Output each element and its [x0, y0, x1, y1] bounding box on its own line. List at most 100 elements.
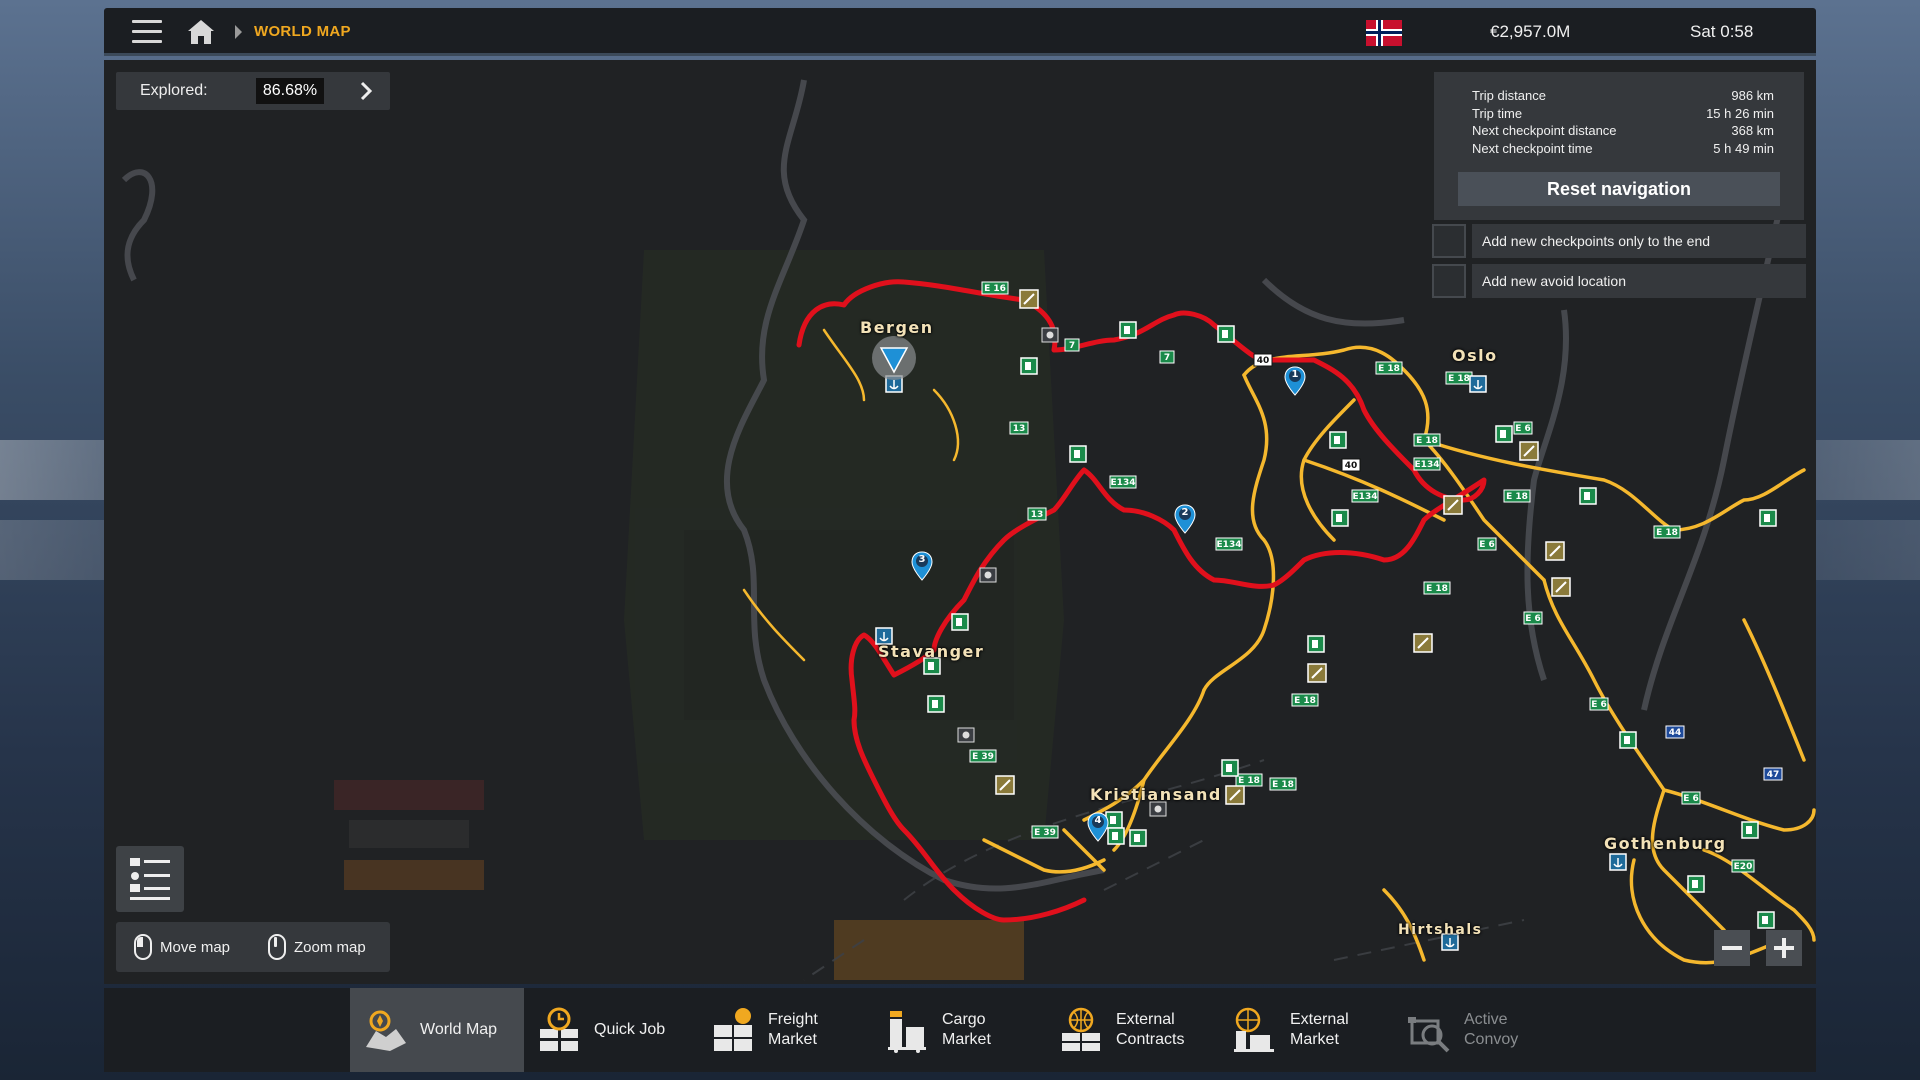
external-contracts-icon	[1062, 1007, 1100, 1051]
road-badge: E 18	[1423, 581, 1451, 595]
road-badge: E 16	[981, 281, 1009, 295]
road-badge: E 39	[969, 749, 997, 763]
road-badge: E 39	[1031, 825, 1059, 839]
checkpoint-marker-2[interactable]: 2	[1174, 504, 1196, 534]
road-badge: 7	[1064, 338, 1080, 352]
zoom-in-button[interactable]	[1766, 930, 1802, 966]
next-checkpoint-distance-row: Next checkpoint distance 368 km	[1472, 123, 1774, 138]
checkpoint-number: 3	[918, 554, 926, 565]
gas-station-icon	[1495, 425, 1513, 443]
option-checkpoints-end[interactable]: Add new checkpoints only to the end	[1432, 224, 1806, 258]
svg-text:E134: E134	[1111, 478, 1136, 488]
player-position-icon	[872, 336, 916, 380]
home-icon[interactable]	[186, 18, 216, 46]
avoid-location-label[interactable]: Add new avoid location	[1472, 264, 1806, 298]
photo-spot-icon	[979, 567, 997, 583]
world-map[interactable]: E 16 7 7 40 40 13 13 E134 E134 E134 E134…	[104, 60, 1816, 984]
svg-text:E 6: E 6	[1479, 540, 1495, 550]
external-market-icon	[1234, 1007, 1274, 1052]
road-badge: E134	[1413, 457, 1441, 471]
move-map-hint: Move map	[134, 922, 230, 972]
trip-distance-label: Trip distance	[1472, 88, 1546, 103]
roads	[982, 345, 1816, 965]
garage-icon	[995, 775, 1015, 795]
next-checkpoint-distance-label: Next checkpoint distance	[1472, 123, 1617, 138]
city-label-gothenburg[interactable]: Gothenburg	[1604, 834, 1727, 853]
top-bar: WORLD MAP €2,957.0M Sat 0:58	[104, 8, 1816, 56]
road-badge: E 6	[1589, 697, 1609, 711]
garage-icon	[1545, 541, 1565, 561]
svg-text:47: 47	[1767, 770, 1780, 780]
svg-text:7: 7	[1164, 353, 1170, 363]
svg-text:E 18: E 18	[1272, 780, 1294, 790]
breadcrumb-arrow-icon	[235, 25, 242, 39]
city-label-hirtshals[interactable]: Hirtshals	[1398, 922, 1483, 938]
road-badge: E 18	[1445, 371, 1473, 385]
city-label-bergen[interactable]: Bergen	[860, 318, 934, 337]
checkpoints-end-label[interactable]: Add new checkpoints only to the end	[1472, 224, 1806, 258]
trip-distance-row: Trip distance 986 km	[1472, 88, 1774, 103]
tab-cargo-market-label: Cargo Market	[942, 1010, 991, 1050]
quick-job-icon	[540, 1007, 578, 1051]
hamburger-menu-icon[interactable]	[132, 20, 162, 44]
city-label-kristiansand[interactable]: Kristiansand	[1090, 785, 1222, 804]
tab-external-market-label: External Market	[1290, 1010, 1349, 1050]
svg-text:E 6: E 6	[1515, 424, 1531, 434]
chevron-right-icon[interactable]	[356, 81, 376, 101]
breadcrumb[interactable]: WORLD MAP	[254, 23, 351, 40]
svg-text:E 6: E 6	[1683, 794, 1699, 804]
tab-active-convoy[interactable]: Active Convoy	[1394, 988, 1568, 1072]
gas-station-icon	[1020, 357, 1038, 375]
gas-station-icon	[1741, 821, 1759, 839]
tab-cargo-market-line1: Cargo	[942, 1011, 986, 1028]
tab-quick-job[interactable]: Quick Job	[524, 988, 698, 1072]
gas-station-icon	[951, 613, 969, 631]
tab-external-contracts[interactable]: External Contracts	[1046, 988, 1220, 1072]
zoom-map-hint: Zoom map	[268, 922, 366, 972]
road-badge: E 6	[1681, 791, 1701, 805]
trip-distance-value: 986 km	[1731, 88, 1774, 103]
tab-freight-market-label: Freight Market	[768, 1010, 818, 1050]
svg-text:E 39: E 39	[972, 752, 994, 762]
road-badge: 13	[1009, 421, 1029, 435]
reset-navigation-button[interactable]: Reset navigation	[1458, 172, 1780, 206]
norway-flag-icon	[1366, 20, 1402, 46]
explored-value: 86.68%	[256, 78, 324, 104]
gas-station-icon	[1069, 445, 1087, 463]
checkpoint-marker-3[interactable]: 3	[911, 551, 933, 581]
tab-active-convoy-line1: Active	[1464, 1011, 1508, 1028]
road-badge: E 18	[1413, 433, 1441, 447]
road-badge: E 6	[1513, 421, 1533, 435]
garage-icon	[1225, 785, 1245, 805]
city-label-stavanger[interactable]: Stavanger	[878, 642, 984, 661]
gas-station-icon	[927, 695, 945, 713]
port-icon	[1609, 853, 1627, 871]
avoid-location-checkbox[interactable]	[1432, 264, 1466, 298]
city-label-oslo[interactable]: Oslo	[1452, 346, 1498, 365]
garage-icon	[1551, 577, 1571, 597]
game-time: Sat 0:58	[1690, 22, 1754, 41]
garage-icon	[1443, 495, 1463, 515]
minus-icon	[1722, 946, 1742, 950]
road-badge: 47	[1763, 767, 1783, 781]
checkpoints-end-checkbox[interactable]	[1432, 224, 1466, 258]
svg-text:13: 13	[1031, 510, 1044, 520]
road-badge: E134	[1351, 489, 1379, 503]
zoom-out-button[interactable]	[1714, 930, 1750, 966]
option-avoid-location[interactable]: Add new avoid location	[1432, 264, 1806, 298]
tab-freight-market[interactable]: Freight Market	[698, 988, 872, 1072]
road-badge: E20	[1731, 859, 1755, 873]
tab-external-market[interactable]: External Market	[1220, 988, 1394, 1072]
checkpoint-marker-1[interactable]: 1	[1284, 366, 1306, 396]
tab-cargo-market[interactable]: Cargo Market	[872, 988, 1046, 1072]
map-legend-button[interactable]	[116, 846, 184, 912]
svg-text:E 39: E 39	[1034, 828, 1056, 838]
gas-station-icon	[1759, 509, 1777, 527]
map-controls-hint: Move map Zoom map	[116, 922, 390, 972]
svg-text:E 18: E 18	[1426, 584, 1448, 594]
checkpoint-number: 4	[1094, 815, 1102, 826]
gas-station-icon	[1331, 509, 1349, 527]
checkpoint-marker-4[interactable]: 4	[1087, 812, 1109, 842]
svg-text:40: 40	[1345, 461, 1358, 471]
tab-world-map[interactable]: World Map	[350, 988, 524, 1072]
